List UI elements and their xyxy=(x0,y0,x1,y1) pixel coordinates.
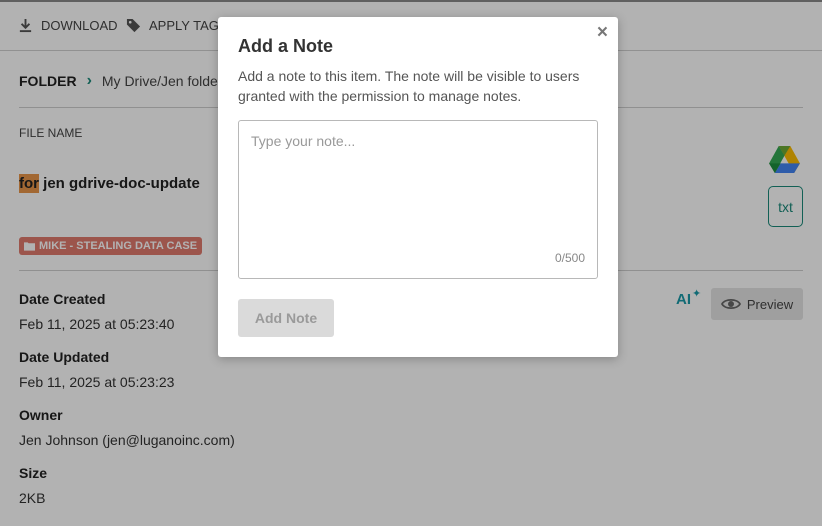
character-count: 0/500 xyxy=(554,251,585,265)
dialog-description: Add a note to this item. The note will b… xyxy=(238,68,580,104)
note-field: 0/500 xyxy=(238,120,598,279)
note-input[interactable] xyxy=(239,121,597,278)
add-note-button[interactable]: Add Note xyxy=(238,299,334,337)
add-note-dialog: × Add a Note Add a note to this item. Th… xyxy=(218,17,618,357)
close-icon[interactable]: × xyxy=(597,22,608,44)
dialog-title: Add a Note xyxy=(238,36,334,56)
